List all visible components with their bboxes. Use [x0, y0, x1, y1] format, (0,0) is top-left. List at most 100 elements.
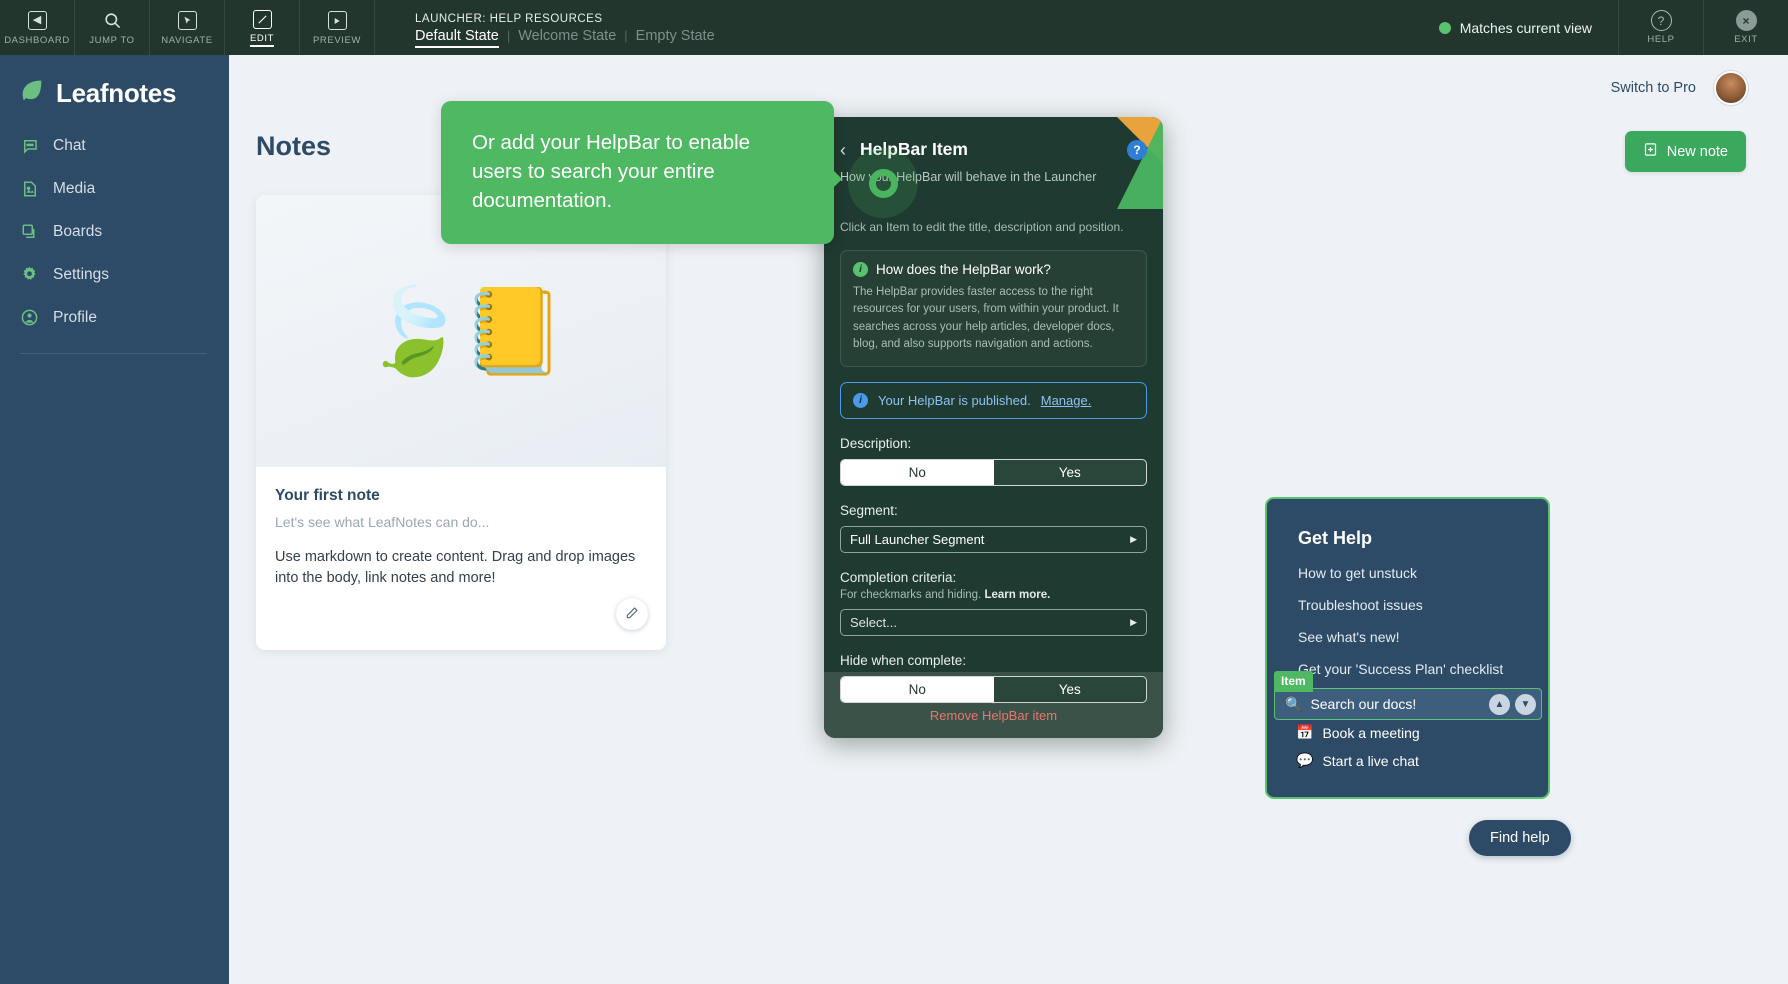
pencil-icon [625, 606, 639, 623]
segment-select[interactable]: Full Launcher Segment ▶ [840, 526, 1147, 553]
sidebar-label-boards: Boards [53, 222, 103, 240]
note-card[interactable]: 🍃📒 Your first note Let's see what LeafNo… [256, 195, 666, 650]
book-a-meeting-label: Book a meeting [1322, 724, 1420, 741]
state-tab-empty[interactable]: Empty State [636, 28, 715, 44]
help-label: HELP [1647, 34, 1675, 45]
sidebar-item-chat[interactable]: Chat [0, 124, 229, 167]
sidebar-label-settings: Settings [53, 265, 110, 283]
published-text: Your HelpBar is published. [878, 393, 1031, 408]
toolbar-label-edit: EDIT [249, 33, 275, 47]
launcher-title: LAUNCHER: HELP RESOURCES [415, 13, 603, 25]
hide-toggle-yes[interactable]: Yes [994, 677, 1147, 702]
search-our-docs-row[interactable]: 🔍 Search our docs! ▲ ▼ [1274, 688, 1542, 720]
status-dot-icon [1438, 21, 1451, 34]
get-help-link-1[interactable]: Troubleshoot issues [1267, 581, 1548, 613]
app-sidebar: Leafnotes Chat Media Boards Settings Pro… [0, 55, 229, 984]
state-tab-welcome[interactable]: Welcome State [518, 28, 616, 44]
new-note-button[interactable]: New note [1624, 131, 1746, 172]
move-down-icon[interactable]: ▼ [1515, 693, 1536, 715]
help-button[interactable]: ? HELP [1618, 0, 1703, 55]
find-help-button[interactable]: Find help [1469, 820, 1571, 856]
cursor-icon [176, 10, 198, 32]
builder-top-bar: ◀ DASHBOARD JUMP TO NAVIGATE EDIT PREVIE… [0, 0, 1788, 55]
description-toggle[interactable]: No Yes [840, 459, 1147, 486]
helpbar-panel-subtitle: How your HelpBar will behave in the Laun… [840, 170, 1097, 184]
info-box-text: The HelpBar provides faster access to th… [853, 286, 1119, 350]
note-plus-icon [1643, 142, 1658, 161]
chat-bubble-icon: 💬 [1296, 752, 1314, 768]
match-status: Matches current view [1413, 0, 1618, 55]
gear-icon [20, 265, 39, 284]
search-our-docs-label: Search our docs! [1310, 696, 1417, 712]
boards-copy-icon [20, 222, 39, 241]
hide-toggle-no[interactable]: No [841, 677, 994, 702]
manage-link[interactable]: Manage. [1041, 393, 1092, 408]
learn-more-link[interactable]: Learn more. [984, 589, 1050, 601]
state-tab-default[interactable]: Default State [415, 28, 499, 48]
completion-criteria-select[interactable]: Select... ▶ [840, 609, 1147, 636]
calendar-icon: 📅 [1296, 724, 1314, 740]
sidebar-item-profile[interactable]: Profile [0, 296, 229, 339]
hide-when-complete-toggle[interactable]: No Yes [840, 676, 1147, 703]
description-label: Description: [840, 436, 912, 451]
completion-criteria-value: Select... [850, 615, 897, 630]
start-a-live-chat-label: Start a live chat [1322, 752, 1419, 769]
toolbar-button-dashboard[interactable]: ◀ DASHBOARD [0, 0, 75, 55]
tooltip-arrow [829, 166, 842, 192]
tooltip-callout: Or add your HelpBar to enable users to s… [441, 101, 834, 245]
get-help-link-0[interactable]: How to get unstuck [1267, 549, 1548, 581]
completion-criteria-label: Completion criteria: [840, 570, 957, 585]
helpbar-editor-panel: ‹ HelpBar Item ? How your HelpBar will b… [824, 117, 1163, 738]
published-banner: i Your HelpBar is published. Manage. [840, 382, 1147, 419]
search-icon [101, 10, 123, 32]
info-box-title: How does the HelpBar work? [876, 262, 1051, 277]
helpbar-info-box: i How does the HelpBar work? The HelpBar… [840, 250, 1147, 367]
chevron-right-icon: ▶ [1130, 534, 1137, 544]
toolbar-button-preview[interactable]: PREVIEW [300, 0, 375, 55]
start-a-live-chat-item[interactable]: 💬 Start a live chat [1296, 752, 1419, 769]
media-image-icon [20, 179, 39, 198]
note-edit-button[interactable] [616, 598, 648, 630]
sidebar-item-boards[interactable]: Boards [0, 210, 229, 253]
chevron-right-icon: ▶ [1130, 617, 1137, 627]
launcher-title-block: LAUNCHER: HELP RESOURCES Default State |… [375, 0, 715, 55]
chat-icon [20, 136, 39, 155]
sidebar-label-media: Media [53, 179, 96, 197]
segment-label: Segment: [840, 503, 898, 518]
avatar[interactable] [1714, 71, 1748, 105]
sidebar-label-profile: Profile [53, 308, 97, 326]
description-toggle-yes[interactable]: Yes [994, 460, 1147, 485]
exit-button[interactable]: × EXIT [1703, 0, 1788, 55]
remove-helpbar-item-label: Remove HelpBar item [929, 707, 1058, 723]
book-a-meeting-item[interactable]: 📅 Book a meeting [1296, 724, 1420, 741]
hide-when-complete-label: Hide when complete: [840, 653, 967, 668]
state-tab-list: Default State | Welcome State | Empty St… [415, 28, 715, 48]
help-badge-icon[interactable]: ? [1127, 139, 1147, 160]
brand[interactable]: Leafnotes [0, 63, 229, 124]
helpbar-hint: Click an Item to edit the title, descrip… [840, 220, 1124, 234]
sidebar-divider [20, 353, 207, 354]
chevron-left-icon[interactable]: ‹ [840, 141, 846, 159]
helpbar-panel-body: Click an Item to edit the title, descrip… [824, 198, 1163, 703]
magnifier-icon: 🔍 [1285, 695, 1303, 712]
sidebar-item-media[interactable]: Media [0, 167, 229, 210]
pencil-icon [251, 8, 273, 30]
toolbar-button-edit[interactable]: EDIT [225, 0, 300, 55]
switch-to-pro-link[interactable]: Switch to Pro [1611, 80, 1696, 96]
close-icon: × [1735, 10, 1757, 31]
builder-bar-right: Matches current view ? HELP × EXIT [1413, 0, 1788, 55]
get-help-link-2[interactable]: See what's new! [1267, 613, 1548, 645]
helpbar-panel-header: ‹ HelpBar Item ? How your HelpBar will b… [824, 117, 1163, 198]
note-title: Your first note [275, 487, 380, 504]
move-up-icon[interactable]: ▲ [1489, 693, 1510, 715]
leaf-icon [18, 77, 46, 110]
info-icon: i [853, 262, 868, 277]
state-separator-1: | [506, 28, 511, 43]
toolbar-button-jump-to[interactable]: JUMP TO [75, 0, 150, 55]
user-circle-icon [20, 308, 39, 327]
sidebar-item-settings[interactable]: Settings [0, 253, 229, 296]
description-toggle-no[interactable]: No [841, 460, 994, 485]
completion-sublabel-text: For checkmarks and hiding. [840, 589, 985, 601]
toolbar-button-navigate[interactable]: NAVIGATE [150, 0, 225, 55]
toolbar-label-dashboard: DASHBOARD [4, 34, 70, 46]
